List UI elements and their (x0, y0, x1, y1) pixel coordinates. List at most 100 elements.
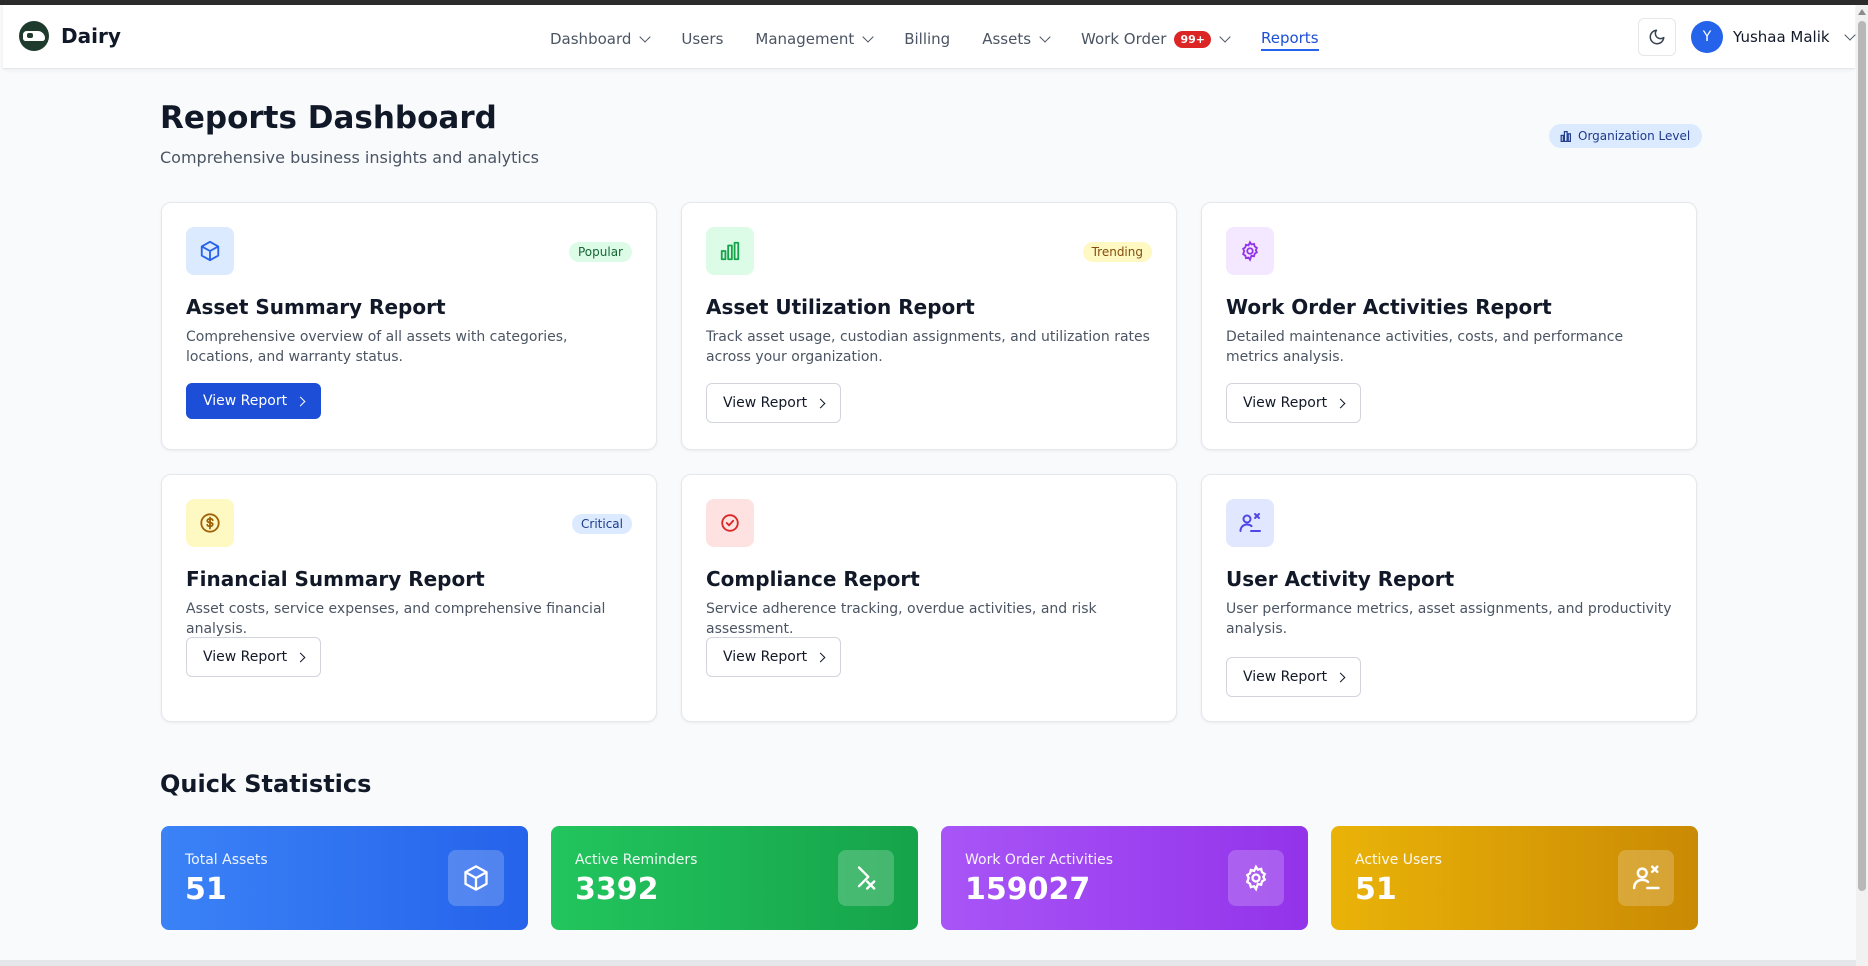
brand[interactable]: Dairy (19, 21, 121, 51)
stat-card-active-reminders: Active Reminders 3392 (551, 826, 918, 930)
card-description: Detailed maintenance activities, costs, … (1226, 329, 1624, 365)
card-description: Asset costs, service expenses, and compr… (186, 601, 606, 637)
stat-value: 51 (185, 872, 227, 907)
stat-value: 3392 (575, 872, 659, 907)
stat-card-work-order-activities: Work Order Activities 159027 (941, 826, 1308, 930)
chevron-down-icon (1843, 29, 1856, 41)
nav-item-label: Users (681, 30, 724, 48)
main-nav: Dashboard Users Management Billing Asset… (550, 27, 1351, 51)
view-report-label: View Report (723, 649, 808, 665)
stat-card-active-users: Active Users 51 (1331, 826, 1698, 930)
nav-item-management[interactable]: Management (755, 28, 874, 50)
critical-tag: Critical (572, 514, 632, 534)
view-report-button[interactable]: View Report (706, 637, 842, 677)
top-navbar: Dairy Dashboard Users Management Billing… (3, 5, 1856, 69)
card-description: Comprehensive overview of all assets wit… (186, 329, 568, 365)
page-title: Reports Dashboard (160, 100, 497, 136)
card-icon-box (186, 227, 234, 275)
nav-item-label: Reports (1260, 28, 1319, 47)
user-cog-icon (1239, 513, 1261, 532)
view-report-button[interactable]: View Report (186, 383, 322, 419)
chevron-right-icon (295, 652, 306, 662)
dollar-icon (200, 513, 220, 533)
report-card-asset-summary: Popular Asset Summary Report Comprehensi… (161, 202, 657, 450)
nav-item-users[interactable]: Users (681, 28, 723, 50)
chevron-right-icon (295, 396, 306, 406)
brand-name: Dairy (61, 24, 121, 48)
card-description: Track asset usage, custodian assignments… (706, 329, 1150, 365)
card-description: Service adherence tracking, overdue acti… (706, 601, 1097, 637)
nav-item-billing[interactable]: Billing (904, 28, 950, 50)
nav-item-assets[interactable]: Assets (982, 28, 1051, 50)
nav-item-label: Dashboard (550, 30, 632, 48)
chevron-right-icon (1335, 398, 1346, 408)
report-card-user-activity: User Activity Report User performance me… (1201, 474, 1697, 722)
nav-item-dashboard[interactable]: Dashboard (550, 28, 652, 50)
trending-tag: Trending (1082, 242, 1152, 262)
card-title: Asset Summary Report (186, 295, 446, 319)
stat-value: 51 (1355, 872, 1397, 907)
view-report-button[interactable]: View Report (1226, 657, 1362, 697)
organization-level-label: Organization Level (1578, 129, 1691, 143)
view-report-label: View Report (1243, 669, 1328, 685)
nav-item-label: Work Order (1081, 30, 1167, 48)
check-circle-icon (721, 514, 739, 532)
card-icon-box (1226, 499, 1274, 547)
cube-icon (200, 240, 220, 262)
view-report-label: View Report (203, 393, 288, 409)
report-card-financial-summary: Critical Financial Summary Report Asset … (161, 474, 657, 722)
user-menu[interactable]: Y Yushaa Malik (1691, 21, 1856, 53)
view-report-label: View Report (203, 649, 288, 665)
stat-label: Active Users (1355, 852, 1442, 868)
view-report-button[interactable]: View Report (706, 383, 842, 423)
view-report-button[interactable]: View Report (1226, 383, 1362, 423)
cube-icon (464, 865, 488, 891)
nav-item-reports[interactable]: Reports (1260, 27, 1319, 51)
card-icon-box (706, 227, 754, 275)
card-icon-box (1226, 227, 1274, 275)
page-bottom-divider (0, 960, 1856, 966)
report-card-asset-utilization: Trending Asset Utilization Report Track … (681, 202, 1177, 450)
nav-item-work-order[interactable]: Work Order 99+ (1081, 28, 1231, 50)
scroll-up-arrow-icon[interactable] (1858, 9, 1866, 15)
view-report-label: View Report (1243, 395, 1328, 411)
view-report-button[interactable]: View Report (186, 637, 322, 677)
moon-icon (1649, 29, 1665, 45)
page-scrollbar[interactable] (1856, 5, 1868, 966)
nav-item-label: Billing (904, 30, 951, 48)
stat-icon-box (1618, 850, 1674, 906)
dairy-logo-icon (19, 21, 49, 51)
stat-label: Total Assets (185, 852, 268, 868)
stat-icon-box (1228, 850, 1284, 906)
avatar: Y (1691, 21, 1723, 53)
stat-label: Work Order Activities (965, 852, 1114, 868)
user-cog-icon (1632, 865, 1660, 890)
card-title: Financial Summary Report (186, 567, 485, 591)
chevron-down-icon (1039, 31, 1051, 43)
chevron-right-icon (1335, 672, 1346, 682)
user-name: Yushaa Malik (1733, 28, 1830, 46)
report-card-compliance: Compliance Report Service adherence trac… (681, 474, 1177, 722)
nav-item-label: Assets (982, 30, 1032, 48)
popular-tag: Popular (569, 242, 632, 262)
chevron-right-icon (815, 652, 826, 662)
gear-icon (1245, 864, 1267, 892)
chevron-down-icon (1219, 31, 1231, 43)
nav-item-label: Management (755, 30, 855, 48)
quick-statistics-title: Quick Statistics (160, 770, 372, 798)
card-title: User Activity Report (1226, 567, 1455, 591)
reminder-icon (857, 866, 876, 890)
card-description: User performance metrics, asset assignme… (1226, 601, 1672, 637)
chevron-down-icon (639, 31, 652, 43)
work-order-count-badge: 99+ (1174, 30, 1211, 48)
bar-chart-icon (720, 241, 740, 261)
stat-icon-box (448, 850, 504, 906)
card-title: Asset Utilization Report (706, 295, 975, 319)
card-title: Compliance Report (706, 567, 920, 591)
stat-label: Active Reminders (575, 852, 698, 868)
theme-toggle-button[interactable] (1638, 18, 1676, 56)
view-report-label: View Report (723, 395, 808, 411)
stat-icon-box (838, 850, 894, 906)
scrollbar-thumb[interactable] (1858, 21, 1866, 891)
gear-icon (1241, 240, 1259, 262)
